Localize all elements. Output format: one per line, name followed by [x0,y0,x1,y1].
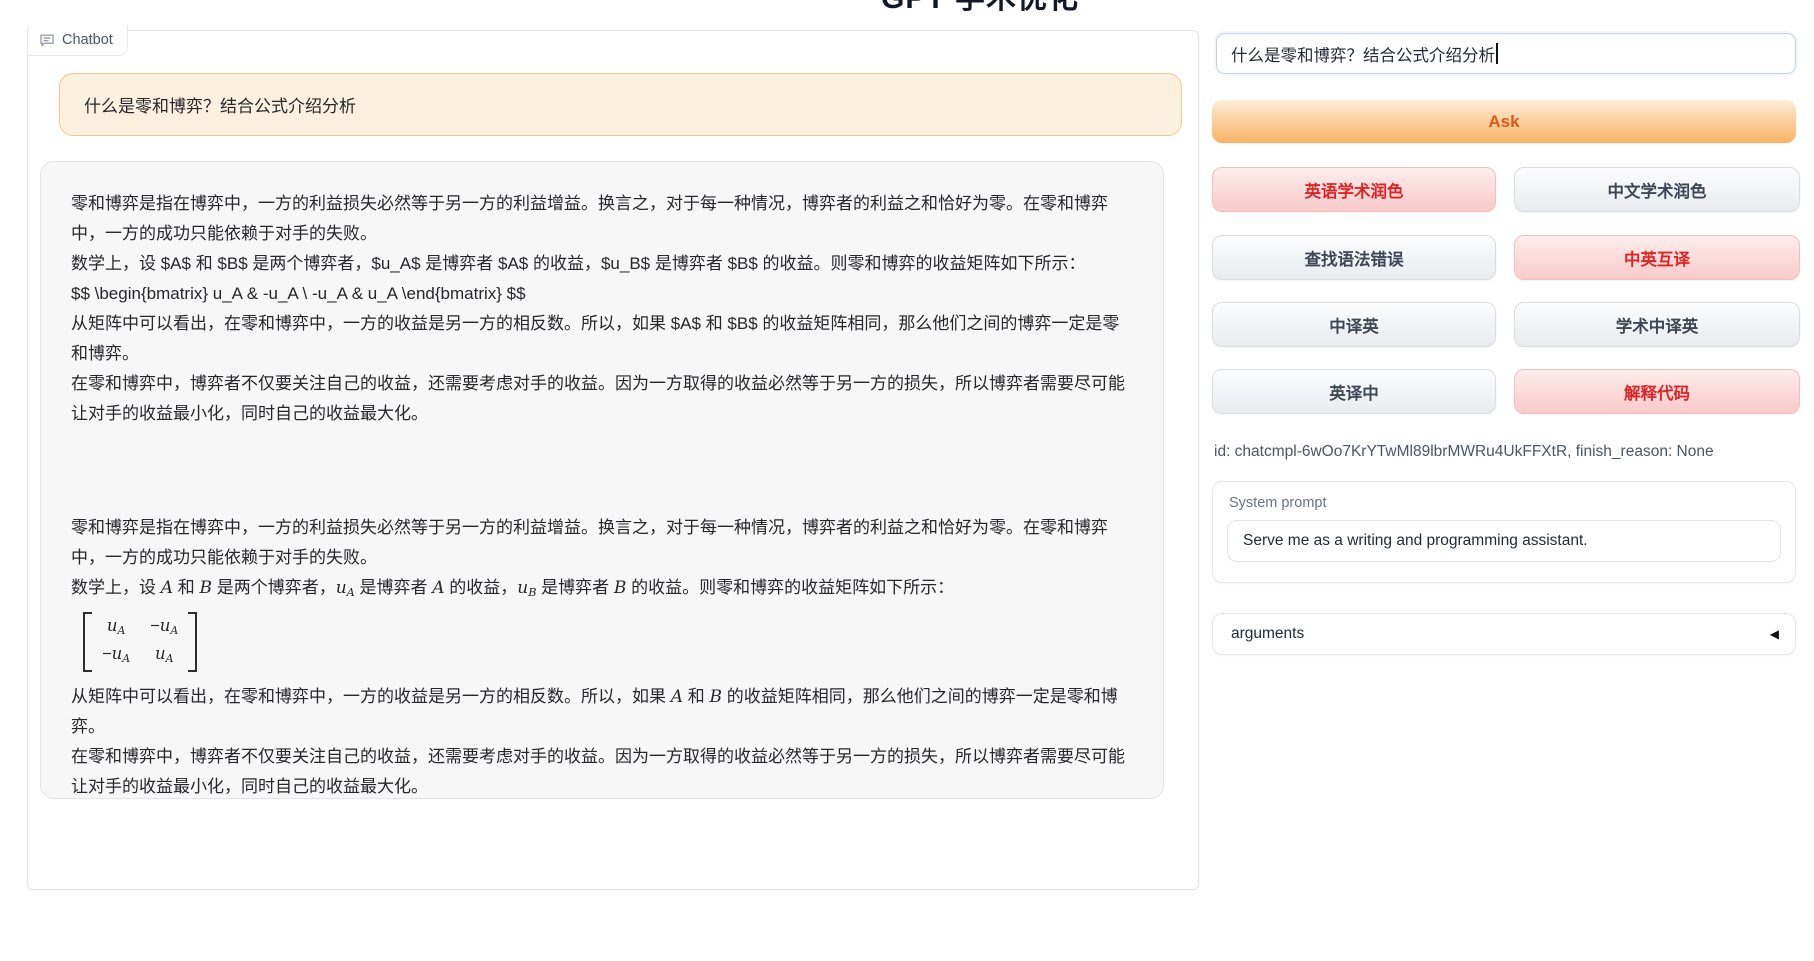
button-en-to-zh[interactable]: 英译中 [1212,369,1496,414]
bot-raw-paragraph: 数学上，设 $A$ 和 $B$ 是两个博弈者，$u_A$ 是博弈者 $A$ 的收… [71,249,1133,279]
bot-raw-paragraph: 零和博弈是指在博弈中，一方的利益损失必然等于另一方的利益增益。换言之，对于每一种… [71,189,1133,249]
message-section-gap [71,429,1133,513]
accordion-collapsed-arrow-icon: ◀ [1770,627,1779,641]
chatbot-panel-label: Chatbot [27,25,128,56]
button-explain-code[interactable]: 解释代码 [1514,369,1800,414]
arguments-accordion-label: arguments [1231,625,1304,643]
chat-bubble-icon [39,32,55,48]
bot-rendered-paragraph: 零和博弈是指在博弈中，一方的利益损失必然等于另一方的利益增益。换言之，对于每一种… [71,513,1133,573]
bot-rendered-paragraph: 在零和博弈中，博弈者不仅要关注自己的收益，还需要考虑对手的收益。因为一方取得的收… [71,742,1133,799]
ask-button[interactable]: Ask [1212,100,1796,143]
matrix-grid: uA −uA −uA uA [92,612,188,672]
bot-rendered-math-paragraph: 从矩阵中可以看出，在零和博弈中，一方的收益是另一方的相反数。所以，如果 A 和 … [71,682,1133,742]
matrix-right-bracket [188,612,197,672]
system-prompt-value: Serve me as a writing and programming as… [1243,532,1588,550]
response-meta-line: id: chatcmpl-6wOo7KrYTwMl89lbrMWRu4UkFFX… [1214,443,1714,461]
user-message-bubble: 什么是零和博弈？结合公式介绍分析 [59,73,1182,136]
matrix-cell: −uA [102,642,130,670]
user-message-text: 什么是零和博弈？结合公式介绍分析 [84,92,356,117]
button-chinese-academic-polish[interactable]: 中文学术润色 [1514,167,1800,212]
bot-rendered-math-paragraph: 数学上，设 A 和 B 是两个博弈者，uA 是博弈者 A 的收益，uB 是博弈者… [71,573,1133,608]
matrix-cell: uA [102,614,130,642]
text-cursor [1496,43,1498,64]
page-title: GPT 学术优化 [790,0,1170,17]
matrix-left-bracket [83,612,92,672]
question-input[interactable]: 什么是零和博弈？结合公式介绍分析 [1216,33,1796,74]
bot-message-bubble: 零和博弈是指在博弈中，一方的利益损失必然等于另一方的利益增益。换言之，对于每一种… [40,161,1164,799]
system-prompt-card: System prompt Serve me as a writing and … [1212,481,1796,583]
system-prompt-label: System prompt [1229,495,1795,511]
chatbot-panel: Chatbot 什么是零和博弈？结合公式介绍分析 零和博弈是指在博弈中，一方的利… [27,30,1199,890]
chatbot-panel-label-text: Chatbot [62,32,113,48]
bot-raw-latex-line: $$ \begin{bmatrix} u_A & -u_A \ -u_A & u… [71,279,1133,309]
matrix-cell: uA [150,642,178,670]
bot-raw-paragraph: 在零和博弈中，博弈者不仅要关注自己的收益，还需要考虑对手的收益。因为一方取得的收… [71,369,1133,429]
button-zh-en-mutual-translate[interactable]: 中英互译 [1514,235,1800,280]
button-find-grammar-errors[interactable]: 查找语法错误 [1212,235,1496,280]
arguments-accordion-header[interactable]: arguments ◀ [1212,613,1796,655]
bot-raw-paragraph: 从矩阵中可以看出，在零和博弈中，一方的收益是另一方的相反数。所以，如果 $A$ … [71,309,1133,369]
matrix-cell: −uA [150,614,178,642]
system-prompt-input[interactable]: Serve me as a writing and programming as… [1227,520,1781,562]
button-english-academic-polish[interactable]: 英语学术润色 [1212,167,1496,212]
button-academic-zh-to-en[interactable]: 学术中译英 [1514,302,1800,347]
rendered-matrix: uA −uA −uA uA [83,612,197,672]
question-input-value: 什么是零和博弈？结合公式介绍分析 [1231,42,1495,66]
button-zh-to-en[interactable]: 中译英 [1212,302,1496,347]
